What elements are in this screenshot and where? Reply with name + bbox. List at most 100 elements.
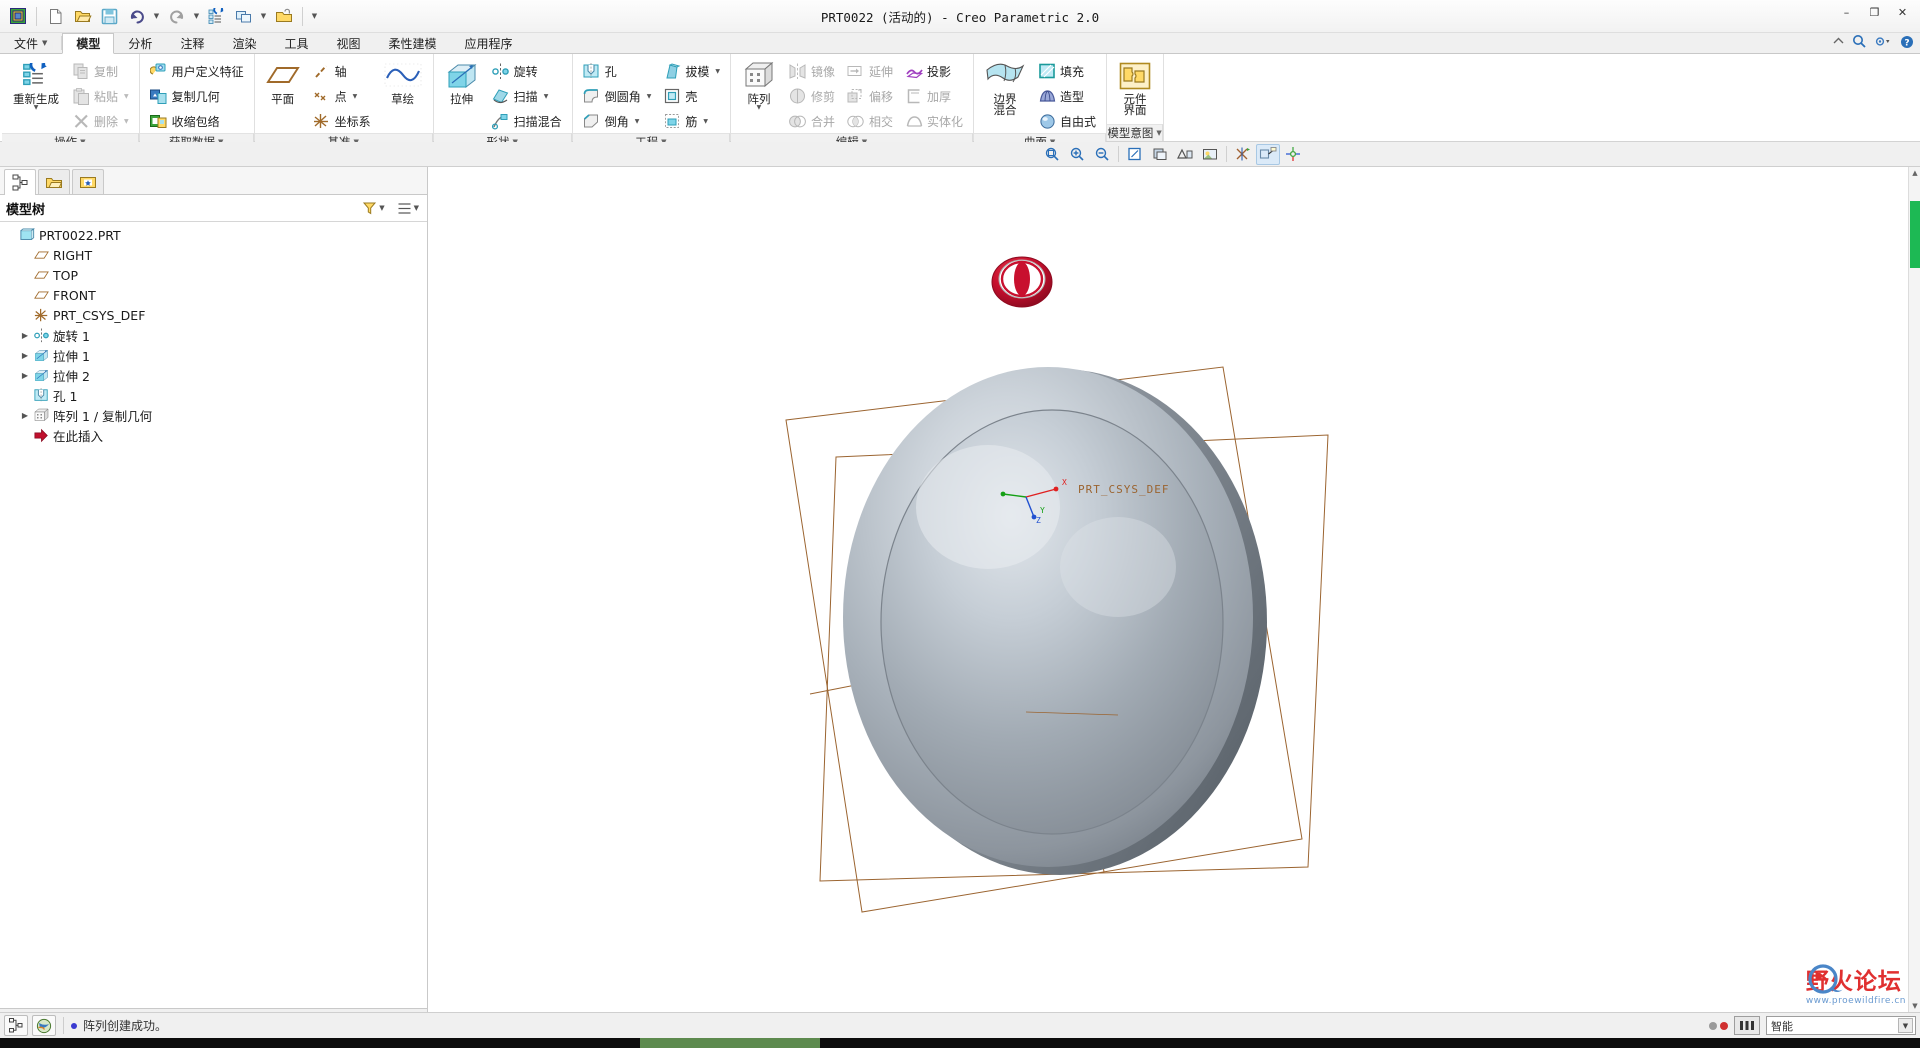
ribbon-button-copy-geom[interactable]: 复制几何 [145,84,249,108]
tree-expander-icon[interactable]: ▶ [18,331,32,340]
maximize-button[interactable]: ❐ [1861,2,1888,22]
tree-item[interactable]: ▶ 阵列 1 / 复制几何 [0,405,427,425]
ribbon-big-caret[interactable]: ▼ [757,105,762,111]
graphics-viewport[interactable]: Y Z X PRT_CSYS_DEF ▲ ▼ 野火论坛 www.proewild… [428,167,1920,1012]
tab-ribbon-5[interactable]: 工具 [270,32,322,53]
model-tree[interactable]: PRT0022.PRT RIGHT TOP FRONT PRT_CSYS_DEF ▶ 旋转 … [0,222,427,1008]
tab-dropdown-caret[interactable]: ▼ [42,39,47,47]
ribbon-button-hole[interactable]: 孔 [578,59,657,83]
ribbon-group-label[interactable]: 模型意图 ▼ [1107,124,1164,141]
tree-settings-icon[interactable]: ▼ [395,200,421,217]
vertical-scrollbar[interactable]: ▲ ▼ [1908,167,1920,1012]
ribbon-button-caret[interactable]: ▼ [353,93,358,100]
tab-ribbon-6[interactable]: 视图 [322,32,374,53]
help-icon[interactable]: ? [1900,35,1914,49]
ribbon-big-plane[interactable]: 平面 [260,58,306,106]
ribbon-button-round[interactable]: 倒圆角 ▼ [578,84,657,108]
tab-ribbon-4[interactable]: 渲染 [218,32,270,53]
new-icon[interactable] [43,4,68,29]
annotation-display-icon[interactable] [1256,143,1280,165]
settings-icon[interactable] [1874,35,1893,48]
tab-file[interactable]: 文件 ▼ [0,32,61,53]
ribbon-button-caret[interactable]: ▼ [715,68,720,75]
ribbon-button-csys[interactable]: 坐标系 [308,109,376,133]
ribbon-button-project[interactable]: 投影 [900,59,968,83]
selection-filter-caret[interactable]: ▼ [1898,1018,1913,1033]
tree-expander-icon[interactable]: ▶ [18,371,32,380]
tree-item[interactable]: 在此插入 [0,425,427,445]
ribbon-group-caret[interactable]: ▼ [1156,129,1161,137]
window-dropdown-caret[interactable]: ▼ [258,12,269,20]
ribbon-button-fill[interactable]: 填充 [1033,59,1101,83]
scrollbar-thumb[interactable] [1910,200,1920,269]
close-button[interactable]: ✕ [1889,2,1916,22]
model-tree-tab[interactable] [4,169,36,195]
ribbon-big-sketch[interactable]: 草绘 [378,58,428,106]
tab-ribbon-2[interactable]: 分析 [114,32,166,53]
ribbon-button-point[interactable]: 点 ▼ [308,84,376,108]
tree-item[interactable]: ▶ 旋转 1 [0,325,427,345]
display-style-icon[interactable] [1148,144,1172,165]
tree-item[interactable]: PRT_CSYS_DEF [0,305,427,325]
minimize-button[interactable]: – [1833,2,1860,22]
close-window-icon[interactable] [271,4,296,29]
tab-ribbon-8[interactable]: 应用程序 [451,32,527,53]
browser-toggle-icon[interactable] [32,1015,56,1036]
selection-filter-combo[interactable]: 智能 ▼ [1766,1016,1916,1035]
qat-customize-caret[interactable]: ▼ [309,12,320,20]
undo-dropdown-caret[interactable]: ▼ [151,12,162,20]
ribbon-big-regenerate[interactable]: 重新生成 ▼ [7,58,65,112]
model-tree-toggle-icon[interactable] [4,1015,28,1036]
ribbon-button-sweepblend[interactable]: 扫描混合 [487,109,567,133]
ribbon-button-rib[interactable]: 筋 ▼ [658,109,725,133]
tree-item[interactable]: TOP [0,265,427,285]
zoom-in-icon[interactable] [1065,144,1089,165]
open-icon[interactable] [70,4,95,29]
spin-center-icon[interactable] [1281,144,1305,165]
ribbon-button-shell[interactable]: 壳 [658,84,725,108]
tree-item[interactable]: FRONT [0,285,427,305]
scroll-up-arrow[interactable]: ▲ [1909,167,1920,179]
search-icon[interactable] [1852,34,1867,49]
ribbon-button-freestyle[interactable]: 自由式 [1033,109,1101,133]
ribbon-big-component-interface[interactable]: 元件 界面 [1112,58,1158,117]
datum-display-icon[interactable] [1231,144,1255,165]
save-icon[interactable] [97,4,122,29]
ribbon-button-shrinkwrap[interactable]: 收缩包络 [145,109,249,133]
folder-tab[interactable] [38,169,70,194]
ribbon-button-caret[interactable]: ▼ [647,93,652,100]
regenerate-icon[interactable] [204,4,229,29]
tree-item[interactable]: 孔 1 [0,385,427,405]
undo-icon[interactable] [124,4,149,29]
tree-filters-icon[interactable]: ▼ [360,200,386,217]
minimize-ribbon-icon[interactable] [1832,35,1845,48]
ribbon-button-sweep[interactable]: 扫描 ▼ [487,84,567,108]
ribbon-big-pattern[interactable]: 阵列 ▼ [736,58,782,112]
ribbon-big-caret[interactable]: ▼ [34,105,39,111]
ribbon-button-caret[interactable]: ▼ [544,93,549,100]
tree-item[interactable]: PRT0022.PRT [0,225,427,245]
tree-expander-icon[interactable]: ▶ [18,351,32,360]
tab-ribbon-1[interactable]: 模型 [62,33,115,54]
tree-item[interactable]: ▶ 拉伸 1 [0,345,427,365]
scene-icon[interactable] [1198,144,1222,165]
ribbon-button-revolve[interactable]: 旋转 [487,59,567,83]
tree-item[interactable]: RIGHT [0,245,427,265]
repaint-icon[interactable] [1123,144,1147,165]
window-icon[interactable] [231,4,256,29]
ribbon-button-draft[interactable]: 拔模 ▼ [658,59,725,83]
refit-icon[interactable] [1040,144,1064,165]
zoom-out-icon[interactable] [1090,144,1114,165]
creo-home-icon[interactable] [5,4,30,29]
tree-item[interactable]: ▶ 拉伸 2 [0,365,427,385]
tab-ribbon-7[interactable]: 柔性建模 [375,32,451,53]
ribbon-button-caret[interactable]: ▼ [703,118,708,125]
ribbon-big-extrude[interactable]: 拉伸 [439,58,485,106]
redo-dropdown-caret[interactable]: ▼ [191,12,202,20]
selection-filter-icon[interactable] [1734,1016,1760,1035]
ribbon-button-udf[interactable]: 用户定义特征 [145,59,249,83]
favorites-tab[interactable] [72,169,104,194]
ribbon-button-chamfer[interactable]: 倒角 ▼ [578,109,657,133]
redo-icon[interactable] [164,4,189,29]
tree-expander-icon[interactable]: ▶ [18,411,32,420]
